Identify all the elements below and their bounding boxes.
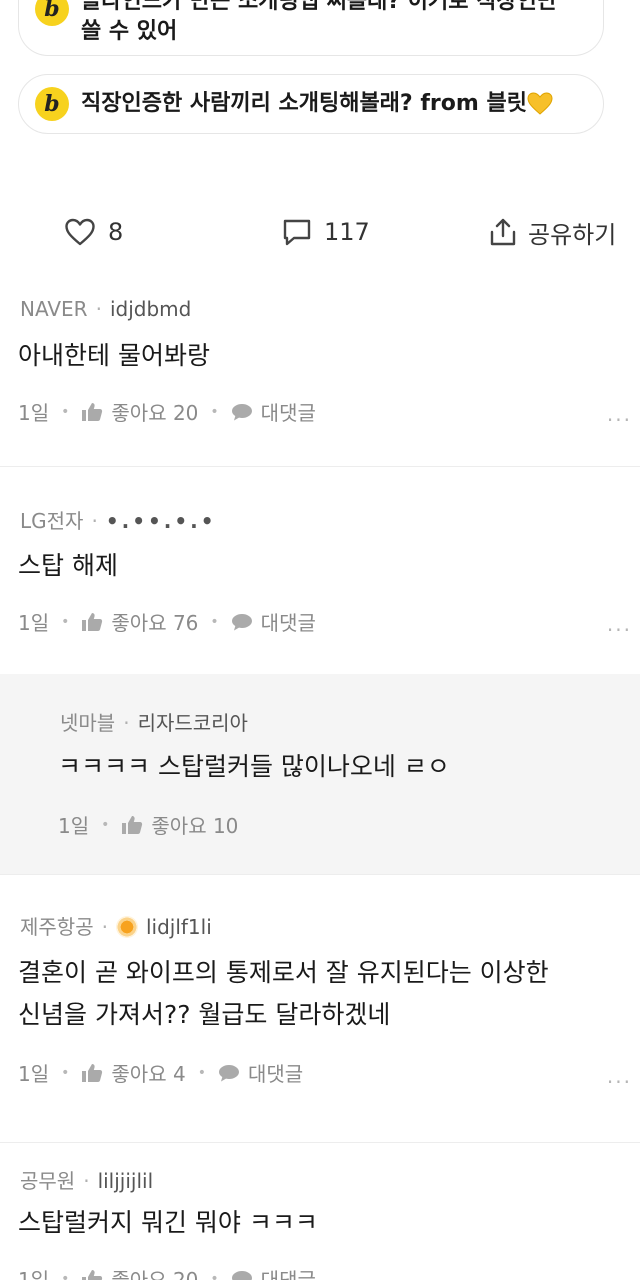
company-name: 공무원 — [20, 1169, 76, 1193]
comment-time: 1일 — [18, 1268, 50, 1280]
comment-author: 넷마블 · 리자드코리아 — [60, 711, 248, 735]
company-name: LG전자 — [20, 509, 84, 533]
thumbs-up-icon — [82, 1063, 103, 1082]
share-button[interactable]: 공유하기 — [488, 206, 616, 258]
comment-author: NAVER · idjdbmd — [20, 297, 192, 321]
comment-time: 1일 — [18, 611, 50, 635]
user-id[interactable]: idjdbmd — [110, 297, 191, 321]
comment-button[interactable]: 117 — [282, 206, 370, 258]
comment-time: 1일 — [18, 401, 50, 425]
user-id[interactable]: lidjlf1li — [146, 915, 212, 939]
post-page: b 블라인드가 만든 소개팅앱 써볼래? 이거로 직장인만 쓸 수 있어 b 직… — [0, 0, 640, 1280]
comment-item: 공무원 · liljjijlil 스탑럴커지 뭐긴 뭐야 ㅋㅋㅋ 1일 • 좋아요 2… — [0, 1152, 640, 1280]
blind-logo-icon: b — [35, 87, 69, 121]
comment-footer: 1일 • 좋아요 76 • 대댓글 — [18, 607, 316, 636]
user-avatar-icon — [115, 916, 138, 938]
comment-footer: 1일 • 좋아요 4 • 대댓글 — [18, 1058, 303, 1087]
comment-item: 제주항공 · lidjlf1li 결혼이 곧 와이프의 통제로서 잘 유지된다는 이… — [0, 894, 640, 1140]
promo-banner-blit[interactable]: b 직장인증한 사람끼리 소개팅해볼래? from 블릿 — [18, 74, 604, 134]
comment-text-line1: 결혼이 곧 와이프의 통제로서 잘 유지된다는 이상한 — [18, 958, 549, 987]
like-label: 좋아요 20 — [111, 1268, 199, 1280]
divider — [0, 1142, 640, 1143]
like-button[interactable]: 8 — [64, 206, 123, 258]
comment-like-button[interactable]: 좋아요 20 — [81, 397, 198, 426]
reply-button[interactable]: 대댓글 — [231, 607, 316, 636]
post-action-bar: 8 117 공유하기 — [0, 206, 640, 258]
comment-author: 공무원 · liljjijlil — [20, 1169, 154, 1193]
user-id[interactable]: •.••.•.• — [106, 509, 217, 533]
reply-label: 대댓글 — [247, 1062, 304, 1086]
comment-author: LG전자 · •.••.•.• — [20, 509, 217, 533]
divider — [0, 874, 640, 875]
promo-text: 직장인증한 사람끼리 소개팅해볼래? from 블릿 — [81, 91, 527, 116]
comment-footer: 1일 • 좋아요 20 • 대댓글 — [18, 397, 316, 426]
comment-text: 스탑 해제 — [18, 551, 118, 580]
divider — [0, 466, 640, 467]
comment-item: NAVER · idjdbmd 아내한테 물어봐랑 1일 • 좋아요 20 • 대댓글… — [0, 280, 640, 466]
comment-like-button[interactable]: 좋아요 20 — [81, 1264, 198, 1280]
share-icon — [490, 218, 516, 246]
thumbs-up-icon — [122, 815, 143, 834]
comment-count: 117 — [324, 218, 370, 246]
comment-footer: 1일 • 좋아요 20 • 대댓글 — [18, 1264, 316, 1280]
promo-text-line1: 블라인드가 만든 소개팅앱 써볼래? 이거로 직장인만 — [81, 0, 558, 14]
company-name: 제주항공 — [20, 915, 94, 939]
like-label: 좋아요 10 — [151, 814, 239, 838]
like-count: 8 — [108, 218, 124, 246]
reply-label: 대댓글 — [260, 1268, 316, 1280]
user-id[interactable]: 리자드코리아 — [138, 711, 248, 735]
comment-author: 제주항공 · lidjlf1li — [20, 915, 212, 939]
comment-text-line2: 신념을 가져서?? 월급도 달라하겠네 — [18, 1000, 391, 1029]
speech-bubble-icon — [231, 403, 252, 420]
like-label: 좋아요 20 — [111, 401, 199, 425]
like-label: 좋아요 76 — [111, 611, 199, 635]
reply-item: 넷마블 · 리자드코리아 ㅋㅋㅋㅋ 스탑럴커들 많이나오네 ㄹㅇ 1일 • 좋아요 1… — [0, 674, 640, 874]
comment-time: 1일 — [58, 814, 90, 838]
speech-bubble-icon — [218, 1064, 239, 1081]
comment-like-button[interactable]: 좋아요 76 — [81, 607, 198, 636]
thumbs-up-icon — [82, 402, 103, 421]
heart-outline-icon — [65, 218, 95, 246]
comment-bubble-icon — [283, 219, 311, 246]
reply-button[interactable]: 대댓글 — [231, 1264, 316, 1280]
promo-text-line2: 쓸 수 있어 — [81, 18, 178, 44]
thumbs-up-icon — [82, 612, 103, 631]
promo-banner-dating-app[interactable]: b 블라인드가 만든 소개팅앱 써볼래? 이거로 직장인만 쓸 수 있어 — [18, 0, 604, 56]
share-label: 공유하기 — [528, 220, 617, 249]
reply-button[interactable]: 대댓글 — [231, 397, 316, 426]
comment-text: 결혼이 곧 와이프의 통제로서 잘 유지된다는 이상한 신념을 가져서?? 월급… — [18, 952, 549, 1036]
speech-bubble-icon — [231, 613, 252, 630]
company-name: NAVER — [20, 297, 88, 321]
comment-item: LG전자 · •.••.•.• 스탑 해제 1일 • 좋아요 76 • 대댓글 ... — [0, 488, 640, 674]
more-options-icon[interactable]: ... — [607, 402, 632, 426]
like-label: 좋아요 4 — [111, 1062, 186, 1086]
speech-bubble-icon — [231, 1270, 252, 1280]
reply-label: 대댓글 — [260, 611, 316, 635]
company-name: 넷마블 — [60, 711, 116, 735]
reply-button[interactable]: 대댓글 — [218, 1058, 303, 1087]
reply-label: 대댓글 — [260, 401, 316, 425]
yellow-heart-icon — [527, 92, 553, 115]
blind-logo-icon: b — [35, 0, 69, 26]
comment-like-button[interactable]: 좋아요 4 — [81, 1058, 186, 1087]
comment-text: 스탑럴커지 뭐긴 뭐야 ㅋㅋㅋ — [18, 1208, 318, 1237]
more-options-icon[interactable]: ... — [607, 612, 632, 636]
more-options-icon[interactable]: ... — [607, 1064, 632, 1088]
comment-like-button[interactable]: 좋아요 10 — [121, 810, 238, 839]
comment-time: 1일 — [18, 1062, 50, 1086]
user-id[interactable]: liljjijlil — [98, 1169, 154, 1193]
thumbs-up-icon — [82, 1269, 103, 1280]
comment-footer: 1일 • 좋아요 10 — [58, 810, 238, 839]
comment-text: 아내한테 물어봐랑 — [18, 341, 210, 370]
comment-text: ㅋㅋㅋㅋ 스탑럴커들 많이나오네 ㄹㅇ — [58, 752, 450, 781]
